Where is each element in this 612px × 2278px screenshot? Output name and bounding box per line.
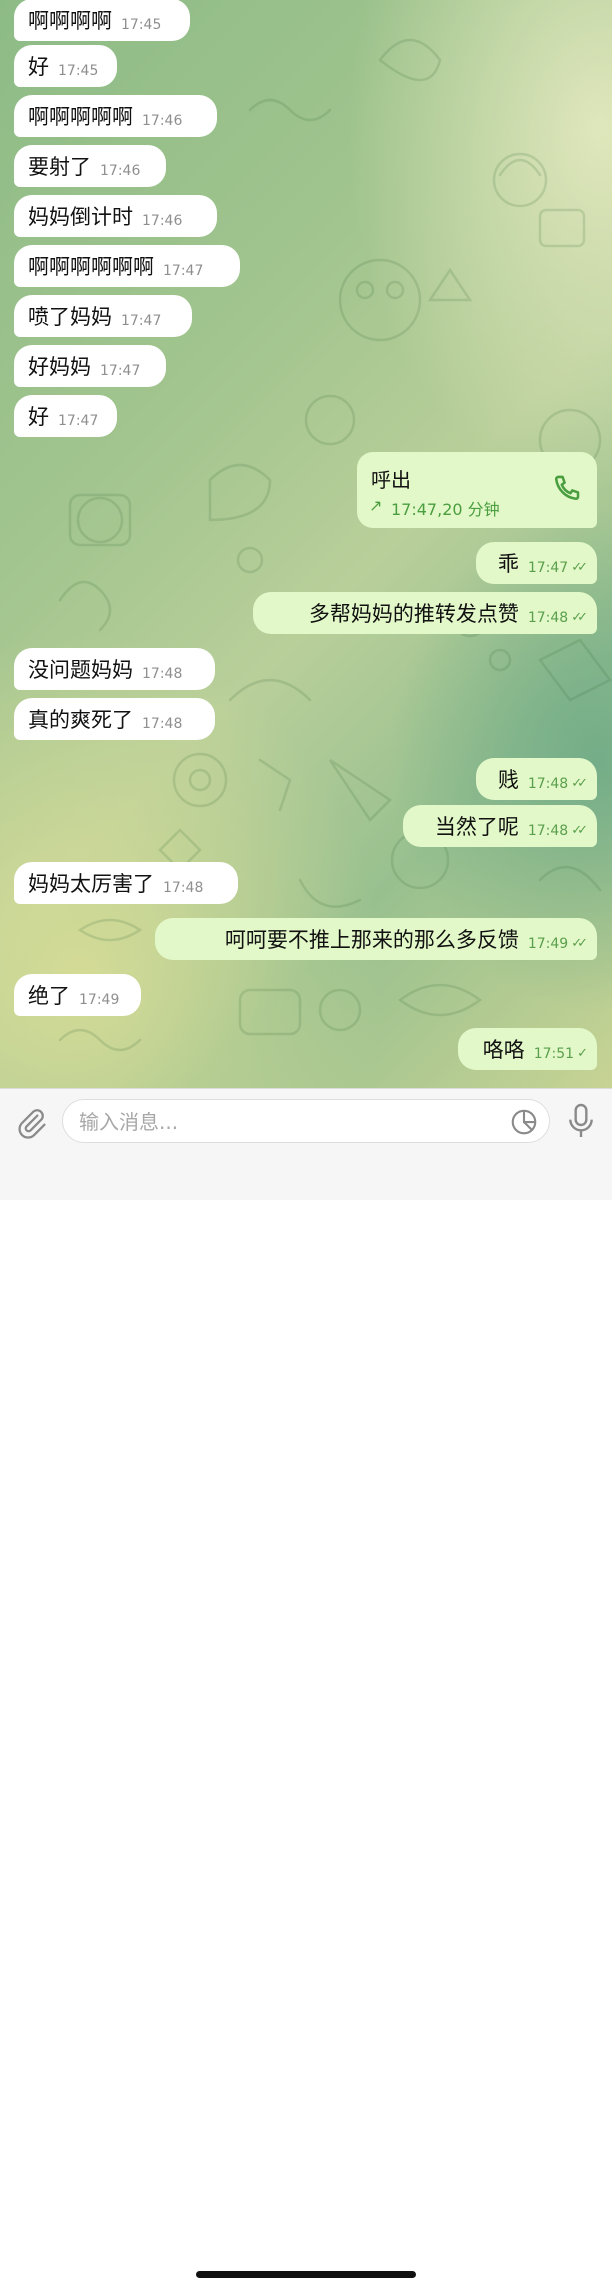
incoming-message[interactable]: 好 17:47 (14, 395, 117, 437)
message-input[interactable] (77, 1106, 501, 1138)
message-time: 17:49 (79, 991, 120, 1008)
home-indicator (196, 2271, 416, 2278)
message-time: 17:47 (100, 362, 141, 379)
outgoing-message[interactable]: 贱 17:48 ✓✓ (476, 758, 597, 800)
message-text: 啊啊啊啊 (28, 9, 112, 33)
message-time: 17:48 (527, 822, 569, 839)
double-check-icon: ✓✓ (571, 936, 588, 951)
message-text: 喷了妈妈 (28, 305, 112, 329)
incoming-message[interactable]: 啊啊啊啊 17:45 (14, 0, 190, 41)
outgoing-message[interactable]: 咯咯 17:51 ✓ (458, 1028, 597, 1070)
message-time: 17:45 (121, 16, 162, 33)
message-time: 17:49 (527, 935, 569, 952)
message-time: 17:46 (142, 112, 183, 129)
microphone-icon[interactable] (565, 1102, 597, 1140)
double-check-icon: ✓✓ (571, 776, 588, 791)
incoming-message[interactable]: 好 17:45 (14, 45, 117, 87)
message-text: 咯咯 (482, 1038, 525, 1062)
incoming-message[interactable]: 绝了 17:49 (14, 974, 141, 1016)
message-text: 乖 (497, 552, 519, 576)
incoming-message[interactable]: 妈妈倒计时 17:46 (14, 195, 217, 237)
message-time: 17:51 (533, 1045, 575, 1062)
outgoing-call-bubble[interactable]: 呼出 ↗ 17:47,20 分钟 (357, 452, 597, 528)
message-text: 啊啊啊啊啊 (28, 105, 133, 129)
message-text: 没问题妈妈 (28, 658, 133, 682)
incoming-message[interactable]: 好妈妈 17:47 (14, 345, 166, 387)
message-text: 好 (28, 55, 49, 79)
message-text: 妈妈倒计时 (28, 205, 133, 229)
double-check-icon: ✓✓ (571, 823, 588, 838)
message-input-field[interactable] (62, 1099, 550, 1143)
message-time: 17:47 (163, 262, 204, 279)
message-time: 17:46 (142, 212, 183, 229)
incoming-message[interactable]: 啊啊啊啊啊 17:46 (14, 95, 217, 137)
message-text: 多帮妈妈的推转发点赞 (308, 602, 519, 626)
outgoing-message[interactable]: 呵呵要不推上那来的那么多反馈 17:49 ✓✓ (155, 918, 597, 960)
incoming-message[interactable]: 要射了 17:46 (14, 145, 166, 187)
message-text: 啊啊啊啊啊啊 (28, 255, 154, 279)
message-text: 贱 (497, 768, 519, 792)
double-check-icon: ✓✓ (571, 560, 588, 575)
message-time: 17:47 (527, 559, 569, 576)
call-title: 呼出 (371, 468, 411, 492)
outgoing-message[interactable]: 乖 17:47 ✓✓ (476, 542, 597, 584)
message-time: 17:48 (142, 715, 183, 732)
incoming-message[interactable]: 啊啊啊啊啊啊 17:47 (14, 245, 240, 287)
message-time: 17:45 (58, 62, 99, 79)
outgoing-message[interactable]: 多帮妈妈的推转发点赞 17:48 ✓✓ (253, 592, 597, 634)
phone-icon[interactable] (549, 472, 583, 506)
message-text: 当然了呢 (434, 815, 519, 839)
message-text: 要射了 (28, 155, 91, 179)
input-bar (0, 1088, 612, 2278)
message-time: 17:48 (527, 775, 569, 792)
message-text: 好妈妈 (28, 355, 91, 379)
incoming-message[interactable]: 真的爽死了 17:48 (14, 698, 215, 740)
call-detail: 17:47,20 分钟 (391, 500, 500, 519)
message-text: 好 (28, 405, 49, 429)
message-time: 17:47 (58, 412, 99, 429)
outgoing-arrow-icon: ↗ (369, 496, 383, 515)
message-text: 呵呵要不推上那来的那么多反馈 (224, 928, 519, 952)
incoming-message[interactable]: 没问题妈妈 17:48 (14, 648, 215, 690)
outgoing-message[interactable]: 当然了呢 17:48 ✓✓ (403, 805, 597, 847)
double-check-icon: ✓✓ (571, 610, 588, 625)
message-text: 妈妈太厉害了 (28, 872, 154, 896)
message-time: 17:47 (121, 312, 162, 329)
sticker-icon[interactable] (509, 1107, 539, 1137)
message-time: 17:48 (163, 879, 204, 896)
message-time: 17:48 (527, 609, 569, 626)
message-time: 17:46 (100, 162, 141, 179)
incoming-message[interactable]: 妈妈太厉害了 17:48 (14, 862, 238, 904)
message-time: 17:48 (142, 665, 183, 682)
message-text: 真的爽死了 (28, 708, 133, 732)
paperclip-icon[interactable] (14, 1105, 48, 1139)
incoming-message[interactable]: 喷了妈妈 17:47 (14, 295, 192, 337)
check-icon: ✓ (577, 1046, 588, 1061)
message-text: 绝了 (28, 984, 70, 1008)
chat-area[interactable]: 呼出 ↗ 17:47,20 分钟 啊啊啊啊 17:45 好 17:45 啊啊啊啊啊 17:… (0, 0, 612, 1088)
